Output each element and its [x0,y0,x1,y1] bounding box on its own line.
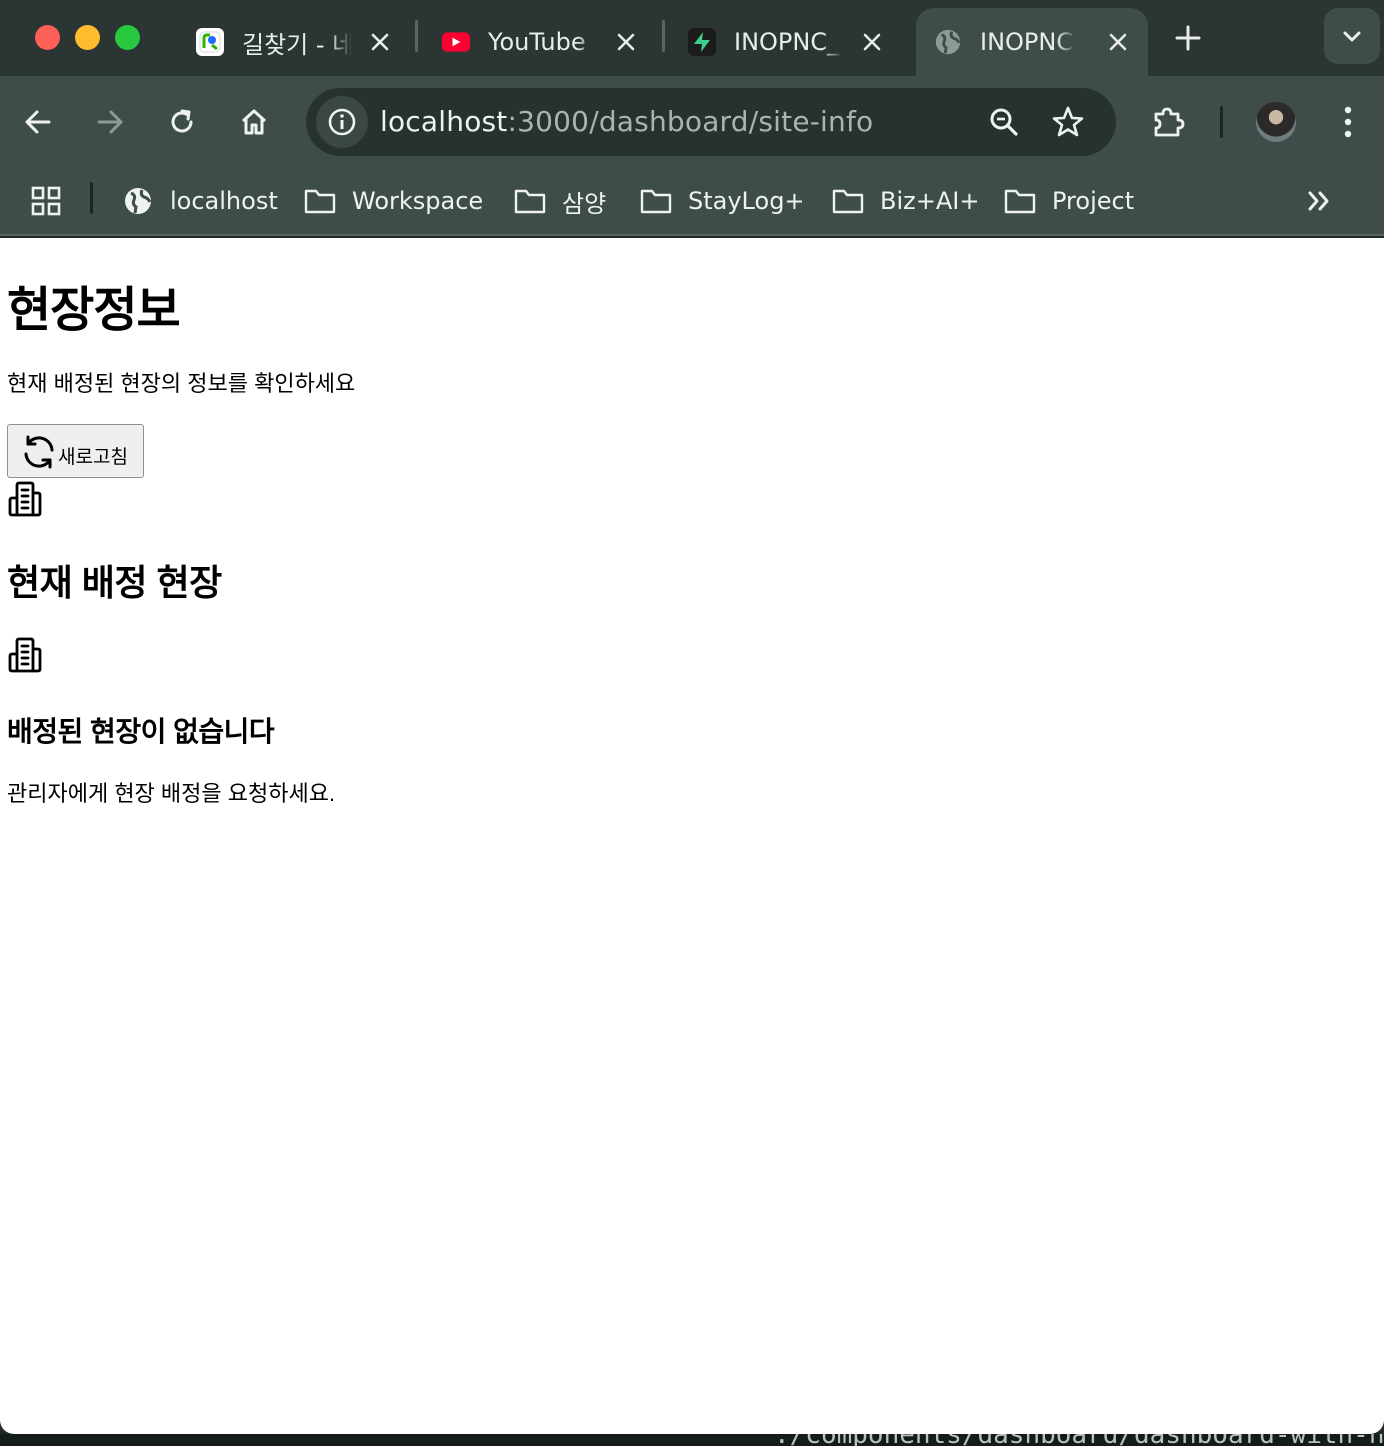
browser-titlebar: 길찾기 - 네 YouTube INOPNC_ INOPNC [0,0,1384,76]
close-window-button[interactable] [35,25,60,50]
background-terminal: ./components/dashboard/dashboard-with-no… [0,1434,1384,1446]
tab-naver-map[interactable]: 길찾기 - 네 [196,8,396,76]
section-title: 현재 배정 현장 [7,562,222,603]
site-info-icon[interactable] [316,96,368,148]
bookmark-label: Biz+AI+ [880,187,980,215]
building-icon [8,637,42,673]
toolbar-divider [1220,106,1223,138]
tab-title: YouTube [488,28,586,56]
tab-title: INOPNC [980,28,1074,56]
bookmark-folder-project[interactable]: Project [1004,182,1134,220]
building-icon [8,481,42,517]
folder-icon [1004,187,1036,215]
reload-button[interactable] [162,102,202,142]
arrow-right-icon [97,110,123,134]
close-icon[interactable] [364,26,396,58]
bookmark-label: localhost [170,187,278,215]
tab-title: 길찾기 - 네 [242,30,352,59]
more-vertical-icon [1344,106,1352,138]
profile-avatar[interactable] [1256,102,1296,142]
url-path: :3000/dashboard/site-info [507,105,874,138]
url-host: localhost [380,105,508,138]
zoom-icon[interactable] [984,102,1024,142]
refresh-label: 새로고침 [58,446,128,468]
url-text[interactable]: localhost:3000/dashboard/site-info [380,105,873,138]
page-title: 현장정보 [7,284,181,337]
supabase-icon [688,28,716,56]
folder-icon [832,187,864,215]
tab-search-button[interactable] [1324,8,1380,64]
chevron-double-right-icon [1308,191,1329,211]
browser-toolbar: localhost:3000/dashboard/site-info [0,76,1384,166]
folder-icon [304,187,336,215]
bookmark-folder-bizai[interactable]: Biz+AI+ [832,182,979,220]
naver-map-icon [196,28,224,56]
browser-menu-button[interactable] [1328,102,1368,142]
arrow-left-icon [25,110,51,134]
globe-icon [122,187,154,215]
tab-inopnc-active[interactable]: INOPNC [916,8,1148,76]
close-icon[interactable] [856,26,888,58]
folder-icon [514,187,546,215]
bookmark-label: Project [1052,187,1135,215]
bookmark-label: StayLog+ [688,187,805,215]
forward-button[interactable] [90,102,130,142]
close-icon[interactable] [610,26,642,58]
bookmark-folder-workspace[interactable]: Workspace [304,182,483,220]
page-content: 현장정보 현재 배정된 현장의 정보를 확인하세요 새로고침 현재 배정 현장 … [0,238,1384,1434]
apps-grid-icon [31,186,61,216]
extensions-button[interactable] [1148,102,1188,142]
close-icon[interactable] [1102,26,1134,58]
bookmark-label: Workspace [352,187,484,215]
folder-icon [640,187,672,215]
home-icon [241,109,267,135]
puzzle-icon [1154,107,1185,137]
apps-button[interactable] [30,182,62,220]
more-bookmarks-button[interactable] [1304,182,1334,220]
maximize-window-button[interactable] [115,25,140,50]
empty-state-message: 관리자에게 현장 배정을 요청하세요. [7,781,336,806]
bookmark-label: 삼양 [562,189,607,218]
globe-icon [934,28,962,56]
address-bar[interactable]: localhost:3000/dashboard/site-info [306,88,1116,156]
new-tab-button[interactable] [1168,18,1208,58]
bookmark-localhost[interactable]: localhost [122,182,278,220]
tab-separator [662,20,665,52]
tab-title: INOPNC_ [734,28,840,56]
tab-youtube[interactable]: YouTube [442,8,642,76]
home-button[interactable] [234,102,274,142]
back-button[interactable] [18,102,58,142]
bookmarks-divider [90,182,93,214]
bookmark-star-icon[interactable] [1048,102,1088,142]
minimize-window-button[interactable] [75,25,100,50]
page-subtitle: 현재 배정된 현장의 정보를 확인하세요 [7,371,356,396]
bookmarks-bar: localhost Workspace 삼양 StayLog+ Biz+AI+ … [0,166,1384,236]
empty-state-title: 배정된 현장이 없습니다 [7,716,275,747]
refresh-icon [24,435,54,469]
reload-icon [171,109,193,133]
chevron-down-icon [1343,31,1361,42]
tab-separator [415,20,418,52]
tab-inopnc-supabase[interactable]: INOPNC_ [688,8,888,76]
refresh-button[interactable]: 새로고침 [7,424,144,478]
terminal-text: ./components/dashboard/dashboard-with-no… [774,1434,1384,1446]
bookmark-folder-staylog[interactable]: StayLog+ [640,182,805,220]
bookmark-folder-samyang[interactable]: 삼양 [514,182,606,220]
youtube-icon [442,28,470,56]
